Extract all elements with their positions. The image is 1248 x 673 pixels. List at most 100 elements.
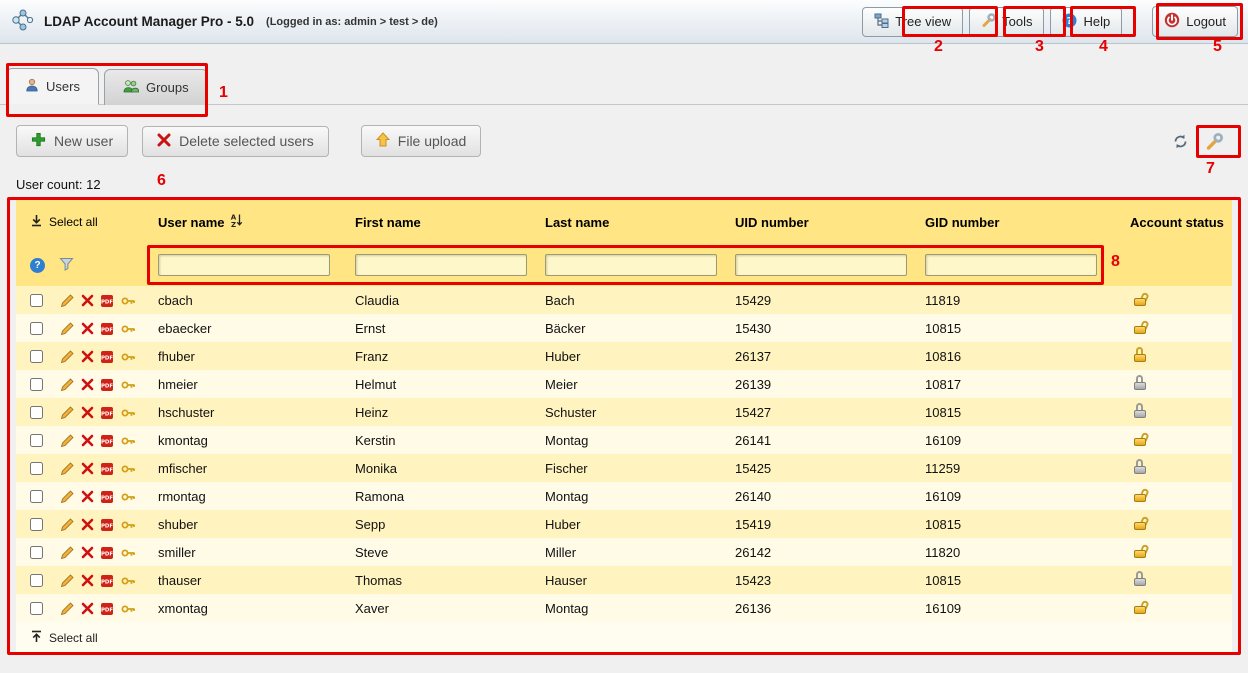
edit-icon[interactable] [60, 378, 74, 392]
settings-wrench-icon[interactable] [1205, 132, 1224, 151]
password-icon[interactable] [121, 379, 136, 391]
edit-icon[interactable] [60, 434, 74, 448]
username-header-label: User name [158, 215, 224, 230]
row-checkbox[interactable] [30, 490, 43, 503]
delete-icon[interactable] [81, 546, 94, 559]
column-header-gid[interactable]: GID number [919, 200, 1124, 244]
tools-button[interactable]: Tools [969, 7, 1044, 37]
filter-last-name-input[interactable] [545, 254, 717, 276]
edit-icon[interactable] [60, 322, 74, 336]
refresh-icon[interactable] [1172, 133, 1189, 150]
pdf-icon[interactable]: PDF [100, 546, 114, 560]
pdf-icon[interactable]: PDF [100, 322, 114, 336]
filter-help-icon[interactable]: ? [30, 258, 45, 273]
gid-cell: 11820 [919, 538, 1124, 566]
filter-first-name-input[interactable] [355, 254, 527, 276]
row-checkbox[interactable] [30, 406, 43, 419]
password-icon[interactable] [121, 519, 136, 531]
pdf-icon[interactable]: PDF [100, 434, 114, 448]
row-checkbox[interactable] [30, 434, 43, 447]
edit-icon[interactable] [60, 462, 74, 476]
select-all-top[interactable]: Select all [22, 214, 98, 230]
gid-cell: 16109 [919, 426, 1124, 454]
tree-view-button[interactable]: Tree view [862, 7, 963, 37]
filter-username-input[interactable] [158, 254, 330, 276]
password-icon[interactable] [121, 463, 136, 475]
new-user-icon [31, 132, 46, 150]
pdf-icon[interactable]: PDF [100, 406, 114, 420]
edit-icon[interactable] [60, 602, 74, 616]
password-icon[interactable] [121, 351, 136, 363]
delete-icon[interactable] [81, 490, 94, 503]
row-checkbox[interactable] [30, 294, 43, 307]
delete-icon[interactable] [81, 322, 94, 335]
column-header-uid[interactable]: UID number [729, 200, 919, 244]
filter-funnel-icon[interactable] [59, 257, 74, 274]
row-checkbox[interactable] [30, 350, 43, 363]
delete-icon[interactable] [81, 434, 94, 447]
edit-icon[interactable] [60, 350, 74, 364]
filter-row: ? [16, 244, 1232, 286]
row-checkbox[interactable] [30, 546, 43, 559]
filter-gid-input[interactable] [925, 254, 1097, 276]
pdf-icon[interactable]: PDF [100, 462, 114, 476]
column-header-first-name[interactable]: First name [349, 200, 539, 244]
pdf-icon[interactable]: PDF [100, 378, 114, 392]
pdf-icon[interactable]: PDF [100, 602, 114, 616]
sort-icon[interactable]: A Z [230, 213, 243, 231]
edit-icon[interactable] [60, 546, 74, 560]
delete-selected-users-button[interactable]: Delete selected users [142, 126, 329, 157]
tab-users[interactable]: Users [6, 68, 99, 105]
help-button[interactable]: ? Help [1050, 7, 1122, 37]
username-cell: mfischer [152, 454, 349, 482]
pdf-icon[interactable]: PDF [100, 574, 114, 588]
column-header-username[interactable]: User name A Z [152, 200, 349, 244]
edit-icon[interactable] [60, 406, 74, 420]
pdf-icon[interactable]: PDF [100, 490, 114, 504]
new-user-button[interactable]: New user [16, 125, 128, 157]
delete-icon[interactable] [81, 378, 94, 391]
first-name-cell: Claudia [349, 286, 539, 314]
delete-icon[interactable] [81, 462, 94, 475]
edit-icon[interactable] [60, 294, 74, 308]
column-header-last-name[interactable]: Last name [539, 200, 729, 244]
logout-button[interactable]: Logout [1152, 6, 1238, 37]
password-icon[interactable] [121, 295, 136, 307]
password-icon[interactable] [121, 407, 136, 419]
pdf-icon[interactable]: PDF [100, 518, 114, 532]
pdf-icon[interactable]: PDF [100, 350, 114, 364]
password-icon[interactable] [121, 435, 136, 447]
password-icon[interactable] [121, 603, 136, 615]
groups-tab-icon [123, 79, 139, 96]
select-all-bottom[interactable]: Select all [22, 630, 98, 646]
row-checkbox[interactable] [30, 518, 43, 531]
edit-icon[interactable] [60, 490, 74, 504]
delete-icon[interactable] [81, 350, 94, 363]
password-icon[interactable] [121, 491, 136, 503]
delete-icon[interactable] [81, 602, 94, 615]
gid-cell: 10817 [919, 370, 1124, 398]
row-checkbox[interactable] [30, 574, 43, 587]
password-icon[interactable] [121, 323, 136, 335]
delete-icon[interactable] [81, 518, 94, 531]
pdf-icon[interactable]: PDF [100, 294, 114, 308]
row-checkbox[interactable] [30, 462, 43, 475]
password-icon[interactable] [121, 547, 136, 559]
table-row: PDF hmeier Helmut Meier 26139 10817 [16, 370, 1232, 398]
edit-icon[interactable] [60, 574, 74, 588]
delete-icon[interactable] [81, 294, 94, 307]
row-checkbox[interactable] [30, 322, 43, 335]
edit-icon[interactable] [60, 518, 74, 532]
delete-icon[interactable] [81, 574, 94, 587]
file-upload-button[interactable]: File upload [361, 125, 482, 157]
username-cell: hschuster [152, 398, 349, 426]
password-icon[interactable] [121, 575, 136, 587]
username-cell: kmontag [152, 426, 349, 454]
tree-view-icon [874, 13, 889, 31]
row-checkbox[interactable] [30, 378, 43, 391]
tab-groups[interactable]: Groups [104, 69, 208, 105]
uid-cell: 26141 [729, 426, 919, 454]
filter-uid-input[interactable] [735, 254, 907, 276]
row-checkbox[interactable] [30, 602, 43, 615]
delete-icon[interactable] [81, 406, 94, 419]
